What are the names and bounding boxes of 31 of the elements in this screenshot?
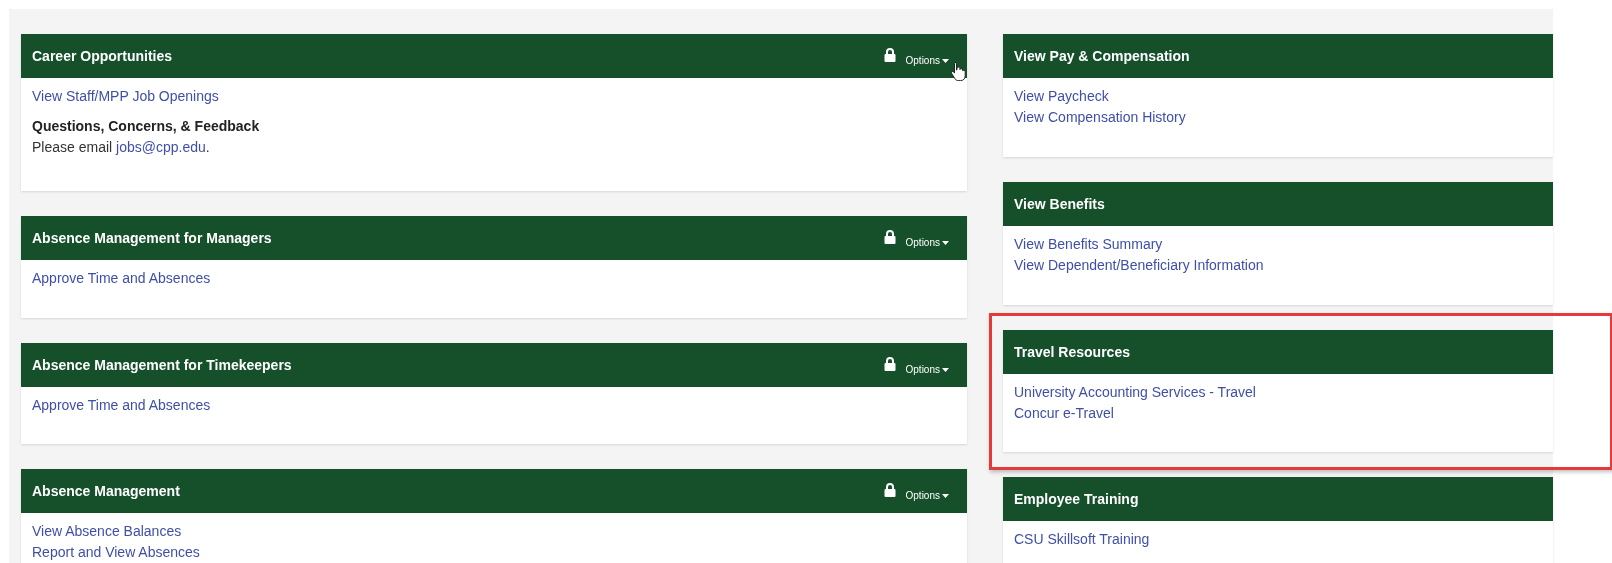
card-title: Employee Training [1014,489,1139,509]
link[interactable]: View Staff/MPP Job Openings [32,86,219,107]
link[interactable]: View Dependent/Beneficiary Information [1014,255,1264,276]
options-dropdown[interactable]: Options [905,53,949,68]
options-dropdown[interactable]: Options [905,235,949,250]
link[interactable]: University Accounting Services - Travel [1014,382,1256,403]
card-title: Career Opportunities [32,46,173,66]
contact-sentence: Please email jobs@cpp.edu. [32,138,211,157]
options-dropdown[interactable]: Options [905,488,949,503]
link[interactable]: CSU Skillsoft Training [1014,529,1150,550]
card-title: View Benefits [1014,194,1105,214]
link[interactable]: View Compensation History [1014,107,1186,128]
caret-icon [942,367,949,372]
card-title: Absence Management [32,481,180,501]
caret-icon [942,240,949,245]
card-title: View Pay & Compensation [1014,46,1190,66]
link[interactable]: View Benefits Summary [1014,234,1163,255]
email-link[interactable]: jobs@cpp.edu [116,139,206,155]
card-title: Travel Resources [1014,342,1130,362]
link[interactable]: Approve Time and Absences [32,395,211,416]
link[interactable]: Report and View Absences [32,542,200,563]
options-dropdown[interactable]: Options [905,362,949,377]
caret-icon [942,493,949,498]
link[interactable]: Approve Time and Absences [32,268,211,289]
section-heading: Questions, Concerns, & Feedback [32,117,261,136]
card-title: Absence Management for Managers [32,228,272,248]
link[interactable]: View Absence Balances [32,521,182,542]
link[interactable]: View Paycheck [1014,86,1109,107]
caret-icon [942,58,949,63]
link[interactable]: Concur e-Travel [1014,403,1114,424]
card-title: Absence Management for Timekeepers [32,355,292,375]
